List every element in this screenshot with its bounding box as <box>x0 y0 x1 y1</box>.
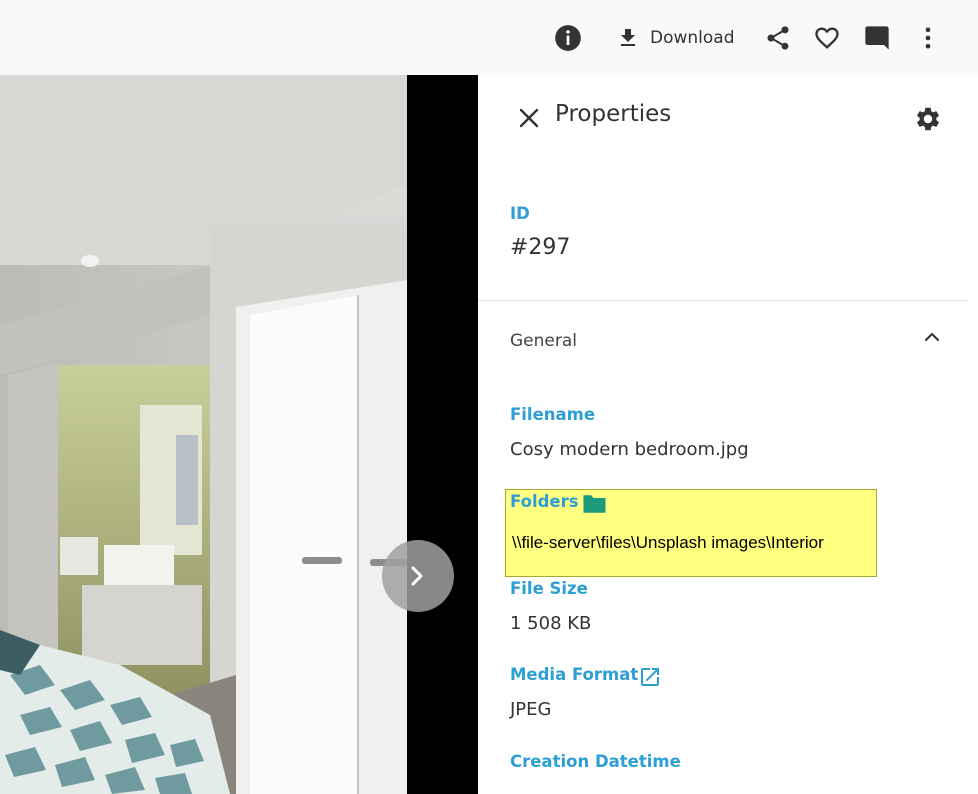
share-button[interactable] <box>764 20 792 56</box>
download-label: Download <box>650 28 735 48</box>
more-vert-icon <box>925 27 931 49</box>
comment-icon <box>865 26 889 50</box>
collapse-section-button[interactable] <box>922 329 942 350</box>
info-icon <box>555 25 581 51</box>
filesize-label: File Size <box>510 579 588 598</box>
folder-icon[interactable] <box>581 493 608 515</box>
divider <box>478 300 968 301</box>
settings-button[interactable] <box>914 105 942 138</box>
folders-label: Folders <box>510 492 579 511</box>
id-label: ID <box>510 204 530 223</box>
filesize-value: 1 508 KB <box>510 613 592 634</box>
folders-value: \\file-server\files\Unsplash images\Inte… <box>512 533 824 552</box>
filename-value: Cosy modern bedroom.jpg <box>510 439 749 460</box>
close-icon <box>519 108 539 128</box>
filename-label: Filename <box>510 405 596 424</box>
bedroom-photo <box>0 75 407 794</box>
id-value: #297 <box>510 235 571 260</box>
top-toolbar: Download <box>0 0 978 75</box>
general-section-title[interactable]: General <box>510 331 577 351</box>
comment-button[interactable] <box>863 20 891 56</box>
next-image-button[interactable] <box>382 540 454 612</box>
properties-panel: Properties ID #297 General Filename Cosy… <box>478 75 978 794</box>
close-panel-button[interactable] <box>518 107 540 134</box>
gear-icon <box>917 107 939 131</box>
share-icon <box>767 26 789 50</box>
info-button[interactable] <box>554 20 582 56</box>
mediaformat-value: JPEG <box>510 699 552 720</box>
mediaformat-label: Media Format <box>510 665 639 684</box>
download-icon <box>621 29 635 46</box>
download-button[interactable]: Download <box>616 20 735 56</box>
favorite-button[interactable] <box>813 20 841 56</box>
creation-datetime-label: Creation Datetime <box>510 752 681 771</box>
chevron-right-icon <box>411 566 423 586</box>
chevron-up-icon <box>925 333 939 341</box>
open-external-icon[interactable] <box>638 665 662 689</box>
heart-icon <box>815 27 839 49</box>
image-viewer <box>0 75 478 794</box>
more-options-button[interactable] <box>914 20 942 56</box>
panel-title: Properties <box>555 101 672 127</box>
